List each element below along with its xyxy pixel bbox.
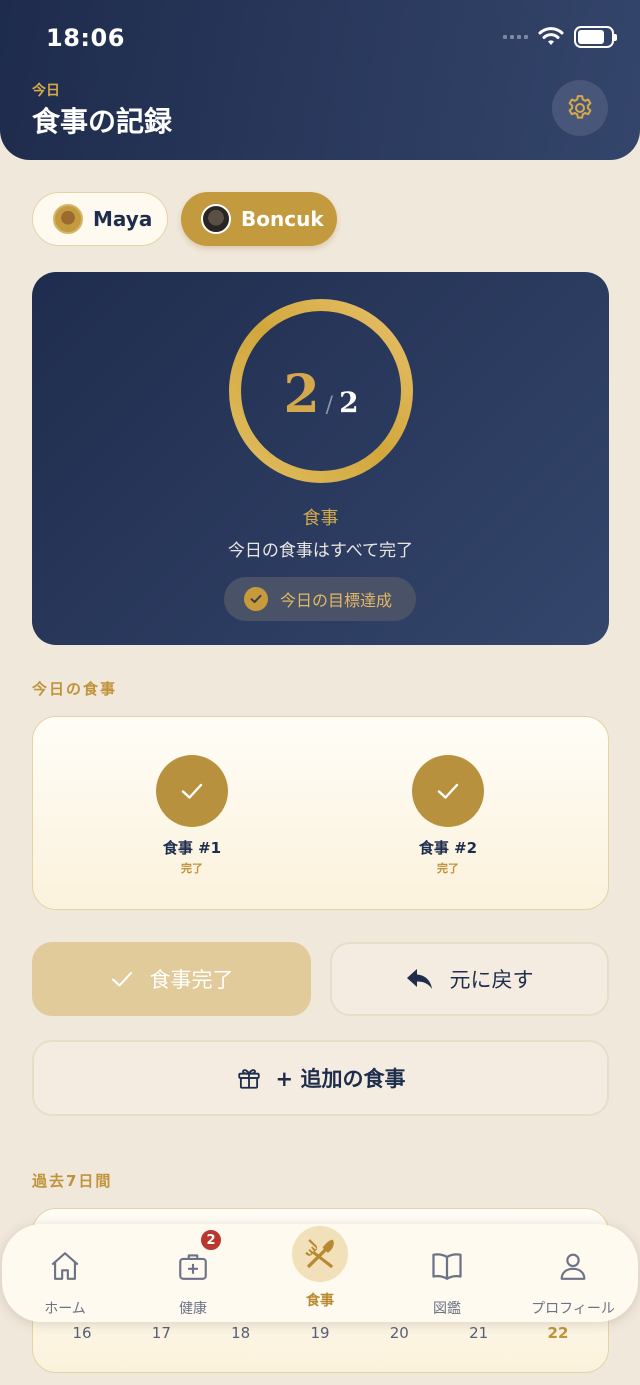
pet-name: Maya xyxy=(93,207,153,231)
meals-total-count: 2 xyxy=(339,386,359,419)
settings-button[interactable] xyxy=(552,80,608,136)
tab-label: ホーム xyxy=(44,1301,86,1317)
meal-item-2[interactable]: 食事 #2 完了 xyxy=(388,755,508,876)
meal-done-label: 食事完了 xyxy=(149,968,234,992)
meals-done-count: 2 xyxy=(283,364,320,425)
goal-achieved-badge: 今日の目標達成 xyxy=(224,577,416,621)
meal-status: 完了 xyxy=(437,862,459,875)
history-day[interactable]: 20 xyxy=(379,1324,419,1342)
battery-icon xyxy=(574,26,617,48)
meal-name: 食事 #2 xyxy=(418,839,478,857)
meal-name: 食事 #1 xyxy=(162,839,222,857)
cellular-signal-icon xyxy=(503,35,528,39)
section-title-history: 過去7日間 xyxy=(32,1172,113,1190)
daily-summary-card: 2 / 2 食事 今日の食事はすべて完了 今日の目標達成 xyxy=(32,272,609,645)
person-icon xyxy=(545,1238,601,1294)
medkit-icon: 2 xyxy=(165,1228,223,1294)
pet-name: Boncuk xyxy=(241,207,324,231)
history-day[interactable]: 17 xyxy=(141,1324,181,1342)
meal-status: 完了 xyxy=(181,862,203,875)
fork-knife-icon xyxy=(292,1226,348,1282)
status-time: 18:06 xyxy=(46,24,125,52)
history-day[interactable]: 21 xyxy=(459,1324,499,1342)
gift-icon xyxy=(237,1069,260,1089)
check-icon xyxy=(437,783,459,799)
check-icon xyxy=(181,783,203,799)
meal-done-button[interactable]: 食事完了 xyxy=(32,942,311,1016)
pet-avatar xyxy=(201,204,231,234)
progress-count: 2 / 2 xyxy=(226,296,416,486)
summary-label: 食事 xyxy=(302,508,339,529)
pet-chip-boncuk[interactable]: Boncuk xyxy=(181,192,337,246)
header: 18:06 今日 食事の記録 xyxy=(0,0,640,160)
summary-description: 今日の食事はすべて完了 xyxy=(227,541,414,561)
history-day[interactable]: 16 xyxy=(62,1324,102,1342)
pet-chip-maya[interactable]: Maya xyxy=(32,192,168,246)
goal-text: 今日の目標達成 xyxy=(280,591,393,610)
add-extra-meal-button[interactable]: + 追加の食事 xyxy=(32,1040,609,1116)
check-icon xyxy=(244,587,268,611)
meal-check-circle xyxy=(156,755,228,827)
history-day[interactable]: 19 xyxy=(300,1324,340,1342)
undo-label: 元に戻す xyxy=(449,968,534,992)
check-icon xyxy=(111,972,132,987)
history-days: 16 17 18 19 20 21 22 xyxy=(62,1324,578,1342)
page-title: 食事の記録 xyxy=(32,105,173,138)
history-day-today[interactable]: 22 xyxy=(538,1324,578,1342)
tab-meals[interactable]: 食事 xyxy=(265,1224,375,1322)
notification-badge: 2 xyxy=(199,1228,223,1252)
wifi-icon xyxy=(538,27,564,45)
history-day[interactable]: 18 xyxy=(221,1324,261,1342)
status-icons xyxy=(503,26,617,48)
undo-arrow-icon xyxy=(406,969,432,989)
tab-profile[interactable]: プロフィール xyxy=(518,1224,628,1322)
gear-icon xyxy=(568,95,592,119)
book-icon xyxy=(419,1238,475,1294)
header-subtitle: 今日 xyxy=(32,83,60,99)
tab-health[interactable]: 2 健康 xyxy=(138,1224,248,1322)
bottom-tab-bar: ホーム 2 健康 食事 図鑑 プロフィール xyxy=(2,1224,638,1322)
count-separator: / xyxy=(325,393,334,418)
add-extra-meal-label: + 追加の食事 xyxy=(275,1067,406,1091)
home-icon xyxy=(37,1238,93,1294)
today-meals-card: 食事 #1 完了 食事 #2 完了 xyxy=(32,716,609,910)
tab-label: プロフィール xyxy=(531,1301,615,1317)
undo-button[interactable]: 元に戻す xyxy=(330,942,609,1016)
tab-home[interactable]: ホーム xyxy=(10,1224,120,1322)
meal-check-circle xyxy=(412,755,484,827)
section-title-today-meals: 今日の食事 xyxy=(32,680,118,698)
tab-label: 健康 xyxy=(179,1301,207,1317)
tab-label: 食事 xyxy=(306,1293,334,1309)
tab-encyclopedia[interactable]: 図鑑 xyxy=(392,1224,502,1322)
tab-label: 図鑑 xyxy=(433,1301,461,1317)
meal-item-1[interactable]: 食事 #1 完了 xyxy=(132,755,252,876)
pet-avatar xyxy=(53,204,83,234)
